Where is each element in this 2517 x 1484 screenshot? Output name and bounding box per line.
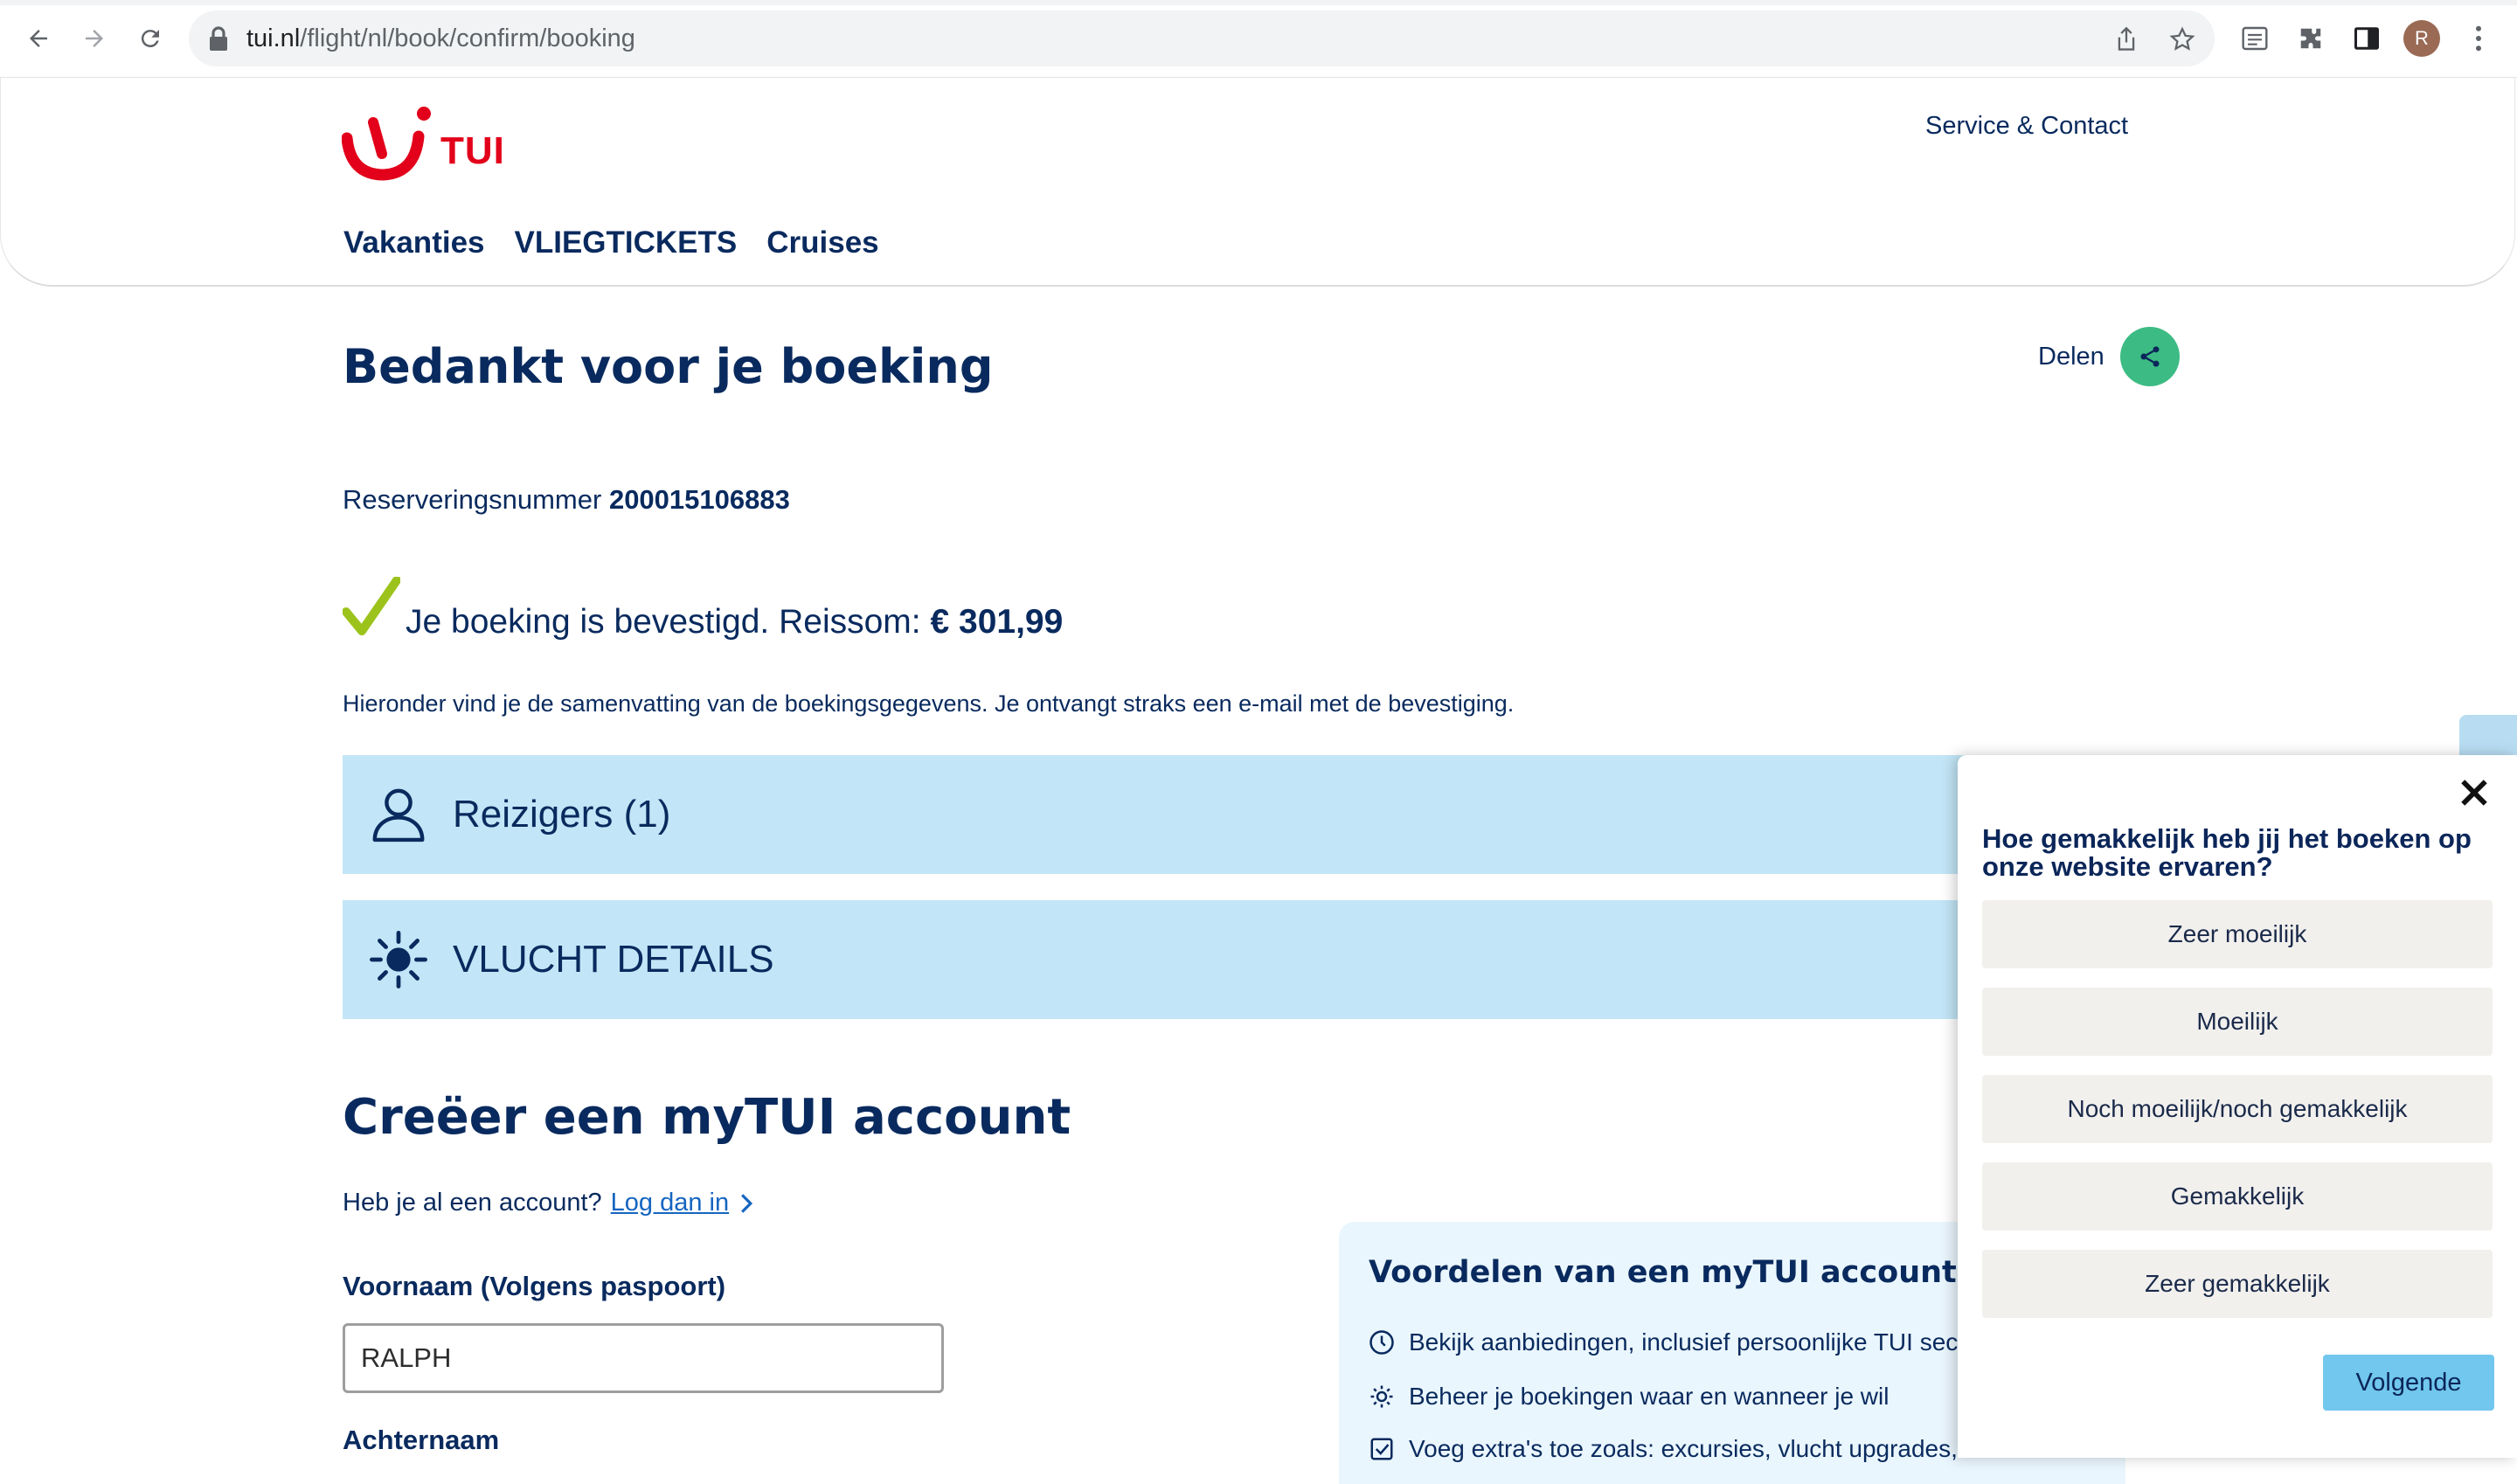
tab-strip-edge xyxy=(0,0,2517,5)
option-very-difficult[interactable]: Zeer moeilijk xyxy=(1982,900,2493,968)
logo-text[interactable]: TUI xyxy=(440,129,505,173)
url-text: tui.nl/flight/nl/book/confirm/booking xyxy=(246,24,635,52)
tui-smile-logo[interactable] xyxy=(342,103,438,182)
share-button[interactable]: Delen xyxy=(2038,327,2180,386)
first-name-field[interactable]: RALPH xyxy=(343,1323,944,1393)
close-icon xyxy=(2461,780,2487,806)
last-name-label: Achternaam xyxy=(343,1425,500,1455)
nav-vliegtickets[interactable]: VLIEGTICKETS xyxy=(515,225,738,260)
share-label: Delen xyxy=(2038,342,2104,371)
share-page-icon[interactable] xyxy=(2111,24,2141,54)
site-header: TUI Service & Contact Vakanties VLIEGTIC… xyxy=(0,77,2515,287)
section-travelers[interactable]: Reizigers (1) xyxy=(343,755,2091,874)
confirm-amount: € 301,99 xyxy=(930,603,1064,641)
forward-arrow-icon xyxy=(86,30,103,47)
reservation-number: Reserveringsnummer 200015106883 xyxy=(343,484,790,516)
option-neutral[interactable]: Noch moeilijk/noch gemakkelijk xyxy=(1982,1075,2493,1143)
extensions-puzzle-icon[interactable] xyxy=(2292,19,2330,58)
benefits-title: Voordelen van een myTUI account xyxy=(1369,1255,1957,1290)
main-navigation: Vakanties VLIEGTICKETS Cruises xyxy=(343,225,879,260)
summary-text: Hieronder vind je de samenvatting van de… xyxy=(343,690,1515,717)
sun-icon xyxy=(367,928,430,991)
chevron-right-icon[interactable] xyxy=(739,1192,753,1215)
clock-icon xyxy=(1369,1330,1394,1355)
forward-button[interactable] xyxy=(75,19,114,58)
address-bar[interactable]: tui.nl/flight/nl/book/confirm/booking xyxy=(189,10,2215,66)
nav-cruises[interactable]: Cruises xyxy=(766,225,878,260)
reservation-value: 200015106883 xyxy=(608,484,790,515)
gear-icon xyxy=(1370,1385,1393,1408)
benefit-item: Bekijk aanbiedingen, inclusief persoonli… xyxy=(1369,1328,1966,1356)
browser-toolbar: tui.nl/flight/nl/book/confirm/booking R xyxy=(0,0,2517,78)
section-label: Reizigers (1) xyxy=(453,793,671,836)
login-link[interactable]: Log dan in xyxy=(611,1189,729,1217)
service-contact-link[interactable]: Service & Contact xyxy=(1925,112,2128,141)
booking-confirmation: Je boeking is bevestigd. Reissom: € 301,… xyxy=(343,577,1063,641)
page-title: Bedankt voor je boeking xyxy=(343,339,994,394)
benefit-item: Voeg extra's toe zoals: excursies, vluch… xyxy=(1369,1435,1978,1463)
reservation-label: Reserveringsnummer xyxy=(343,484,602,515)
confirm-text: Je boeking is bevestigd. Reissom: € 301,… xyxy=(406,603,1064,641)
feedback-tab[interactable] xyxy=(2459,715,2517,757)
browser-menu-icon[interactable] xyxy=(2459,19,2498,58)
bookmark-star-icon[interactable] xyxy=(2167,24,2197,54)
option-easy[interactable]: Gemakkelijk xyxy=(1982,1162,2493,1231)
section-label: VLUCHT DETAILS xyxy=(453,938,774,981)
option-very-easy[interactable]: Zeer gemakkelijk xyxy=(1982,1250,2493,1318)
reload-icon xyxy=(141,30,159,48)
share-icon xyxy=(2140,346,2160,367)
checkbox-icon xyxy=(1370,1438,1393,1460)
next-button[interactable]: Volgende xyxy=(2323,1355,2494,1411)
nav-vakanties[interactable]: Vakanties xyxy=(343,225,485,260)
close-button[interactable] xyxy=(2456,774,2493,811)
option-difficult[interactable]: Moeilijk xyxy=(1982,988,2493,1056)
reading-list-icon[interactable] xyxy=(2236,19,2274,58)
have-account-text: Heb je al een account? xyxy=(343,1189,602,1217)
profile-avatar[interactable]: R xyxy=(2403,20,2440,57)
share-circle[interactable] xyxy=(2119,327,2180,386)
checkmark-icon xyxy=(343,577,400,635)
person-icon xyxy=(367,783,430,846)
side-panel-icon[interactable] xyxy=(2347,19,2386,58)
reload-button[interactable] xyxy=(131,19,170,58)
first-name-label: Voornaam (Volgens paspoort) xyxy=(343,1271,726,1301)
section-flight-details[interactable]: VLUCHT DETAILS xyxy=(343,900,2091,1019)
feedback-survey-popup: Hoe gemakkelijk heb jij het boeken op on… xyxy=(1958,755,2517,1458)
account-title: Creëer een myTUI account xyxy=(343,1089,1071,1146)
benefit-item: Beheer je boekingen waar en wanneer je w… xyxy=(1369,1383,1889,1411)
survey-question: Hoe gemakkelijk heb jij het boeken op on… xyxy=(1982,823,2472,882)
lock-icon xyxy=(210,26,227,51)
back-arrow-icon xyxy=(30,30,47,47)
have-account-row: Heb je al een account? Log dan in xyxy=(343,1189,753,1217)
back-button[interactable] xyxy=(19,19,58,58)
